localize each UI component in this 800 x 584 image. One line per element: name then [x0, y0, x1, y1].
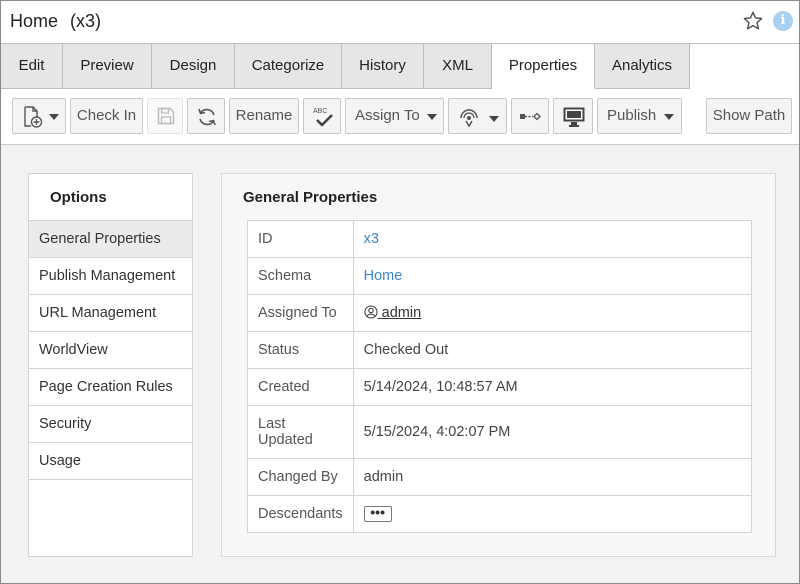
tab-xml[interactable]: XML: [424, 44, 492, 89]
property-value: Home: [352, 257, 753, 295]
tab-preview[interactable]: Preview: [63, 44, 152, 89]
tab-bar: Edit Preview Design Categorize History X…: [1, 43, 799, 89]
app-window: Home (x3) i Edit Preview Design Categoriz…: [0, 0, 800, 584]
assign-to-label: Assign To: [355, 107, 420, 124]
property-key: Descendants: [247, 495, 354, 533]
show-path-button[interactable]: Show Path: [706, 98, 792, 134]
tab-analytics[interactable]: Analytics: [595, 44, 690, 89]
spell-check-icon: ABC: [313, 108, 333, 127]
id-link[interactable]: x3: [364, 231, 379, 247]
assign-to-dropdown[interactable]: Assign To: [345, 98, 444, 134]
chevron-down-icon: [664, 114, 674, 120]
table-row: Schema Home: [247, 257, 753, 295]
property-key: Created: [247, 368, 354, 406]
workflow-dropdown[interactable]: [448, 98, 507, 134]
check-in-button[interactable]: Check In: [70, 98, 143, 134]
option-general-properties[interactable]: General Properties: [29, 221, 192, 258]
table-row: Created 5/14/2024, 10:48:57 AM: [247, 368, 753, 406]
tab-categorize[interactable]: Categorize: [235, 44, 342, 89]
save-icon: [157, 107, 175, 125]
property-value: •••: [352, 495, 753, 533]
page-title: Home (x3): [10, 11, 101, 32]
last-updated-key-line2: Updated: [258, 432, 313, 448]
table-row: Last Updated 5/15/2024, 4:02:07 PM: [247, 405, 753, 459]
chevron-down-icon: [489, 116, 499, 122]
property-key: Last Updated: [247, 405, 354, 459]
info-icon[interactable]: i: [773, 11, 793, 31]
tab-properties[interactable]: Properties: [492, 44, 595, 89]
save-button[interactable]: [147, 98, 183, 134]
options-panel: Options General Properties Publish Manag…: [28, 173, 193, 557]
properties-table: ID x3 Schema Home Assigned To admin Stat…: [247, 220, 753, 533]
option-page-creation-rules[interactable]: Page Creation Rules: [29, 369, 192, 406]
property-value: x3: [352, 220, 753, 258]
spell-check-button[interactable]: ABC: [303, 98, 341, 134]
tab-history[interactable]: History: [342, 44, 424, 89]
property-key: Status: [247, 331, 354, 369]
property-key: Changed By: [247, 458, 354, 496]
spell-check-abc-text: ABC: [313, 108, 327, 115]
assigned-user-link[interactable]: admin: [364, 305, 422, 321]
title-bar: Home (x3) i: [1, 1, 799, 43]
table-row: Changed By admin: [247, 458, 753, 496]
connector-icon: [520, 112, 541, 121]
preview-device-button[interactable]: [553, 98, 593, 134]
property-value: 5/14/2024, 10:48:57 AM: [352, 368, 753, 406]
publish-dropdown[interactable]: Publish: [597, 98, 682, 134]
tab-design[interactable]: Design: [152, 44, 235, 89]
table-row: Descendants •••: [247, 495, 753, 533]
property-value: admin: [352, 458, 753, 496]
star-icon[interactable]: [742, 10, 764, 32]
descendants-ellipsis-button[interactable]: •••: [363, 505, 392, 523]
new-page-icon: [24, 106, 43, 128]
table-row: ID x3: [247, 220, 753, 258]
chevron-down-icon: [427, 114, 437, 120]
property-value: Checked Out: [352, 331, 753, 369]
table-row: Assigned To admin: [247, 294, 753, 332]
rename-button[interactable]: Rename: [229, 98, 299, 134]
user-icon: [364, 305, 378, 319]
toolbar: Check In Rename ABC Assign To Publish Sh…: [1, 89, 799, 145]
table-row: Status Checked Out: [247, 331, 753, 369]
general-properties-title: General Properties: [243, 189, 378, 206]
workflow-icon: [460, 109, 478, 128]
last-updated-key-line1: Last: [258, 416, 286, 432]
page-title-text: Home: [10, 11, 59, 31]
property-value: 5/15/2024, 4:02:07 PM: [352, 405, 753, 459]
property-key: Assigned To: [247, 294, 354, 332]
option-security[interactable]: Security: [29, 406, 192, 443]
new-page-dropdown[interactable]: [12, 98, 66, 134]
property-key: Schema: [247, 257, 354, 295]
option-worldview[interactable]: WorldView: [29, 332, 192, 369]
schema-link[interactable]: Home: [364, 268, 403, 284]
general-properties-panel: General Properties ID x3 Schema Home Ass…: [221, 173, 776, 557]
property-key: ID: [247, 220, 354, 258]
connect-button[interactable]: [511, 98, 549, 134]
monitor-icon: [563, 107, 585, 127]
publish-label: Publish: [607, 107, 657, 124]
option-url-management[interactable]: URL Management: [29, 295, 192, 332]
options-title: Options: [29, 174, 192, 221]
chevron-down-icon: [49, 114, 59, 120]
assigned-user-name: admin: [381, 305, 422, 321]
option-usage[interactable]: Usage: [29, 443, 192, 480]
page-title-id: (x3): [70, 11, 102, 31]
refresh-icon: [198, 108, 216, 126]
tab-edit[interactable]: Edit: [1, 44, 63, 89]
refresh-button[interactable]: [187, 98, 225, 134]
option-publish-management[interactable]: Publish Management: [29, 258, 192, 295]
property-value: admin: [352, 294, 753, 332]
